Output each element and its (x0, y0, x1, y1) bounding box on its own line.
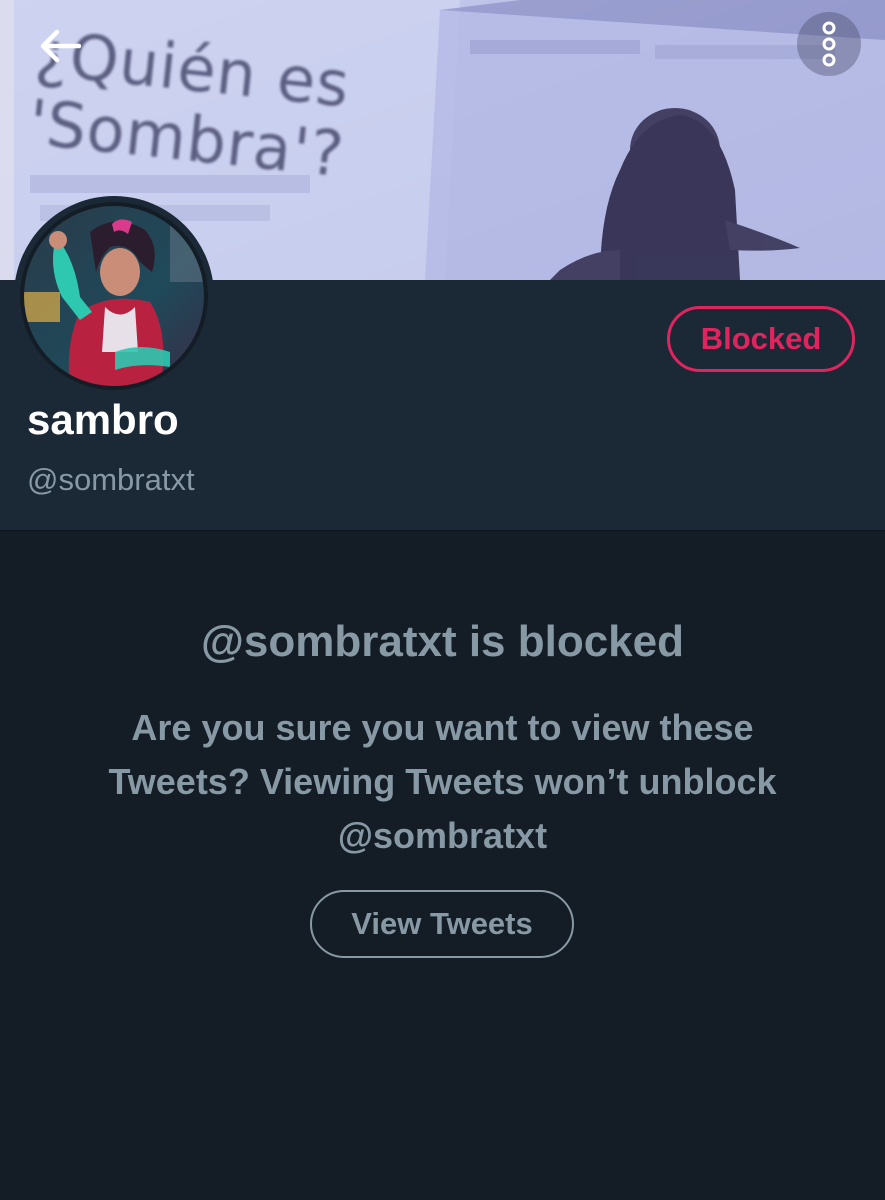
user-handle: @sombratxt (27, 462, 195, 497)
display-name: sambro (27, 396, 179, 443)
more-vertical-icon (822, 21, 836, 67)
avatar-image (20, 202, 208, 390)
blocked-notice-body: Are you sure you want to view these Twee… (108, 707, 777, 856)
profile-screen: ¿Quién es 'Sombra'? Blocked sambro @somb… (0, 0, 885, 1200)
more-options-button[interactable] (797, 12, 861, 76)
view-tweets-button[interactable]: View Tweets (310, 890, 574, 958)
blocked-button[interactable]: Blocked (667, 306, 855, 372)
blocked-notice: @sombratxt is blocked Are you sure you w… (0, 531, 885, 1200)
blocked-notice-title: @sombratxt is blocked (200, 617, 685, 666)
arrow-left-icon (40, 29, 81, 63)
avatar[interactable] (20, 202, 208, 390)
back-button[interactable] (26, 16, 94, 76)
